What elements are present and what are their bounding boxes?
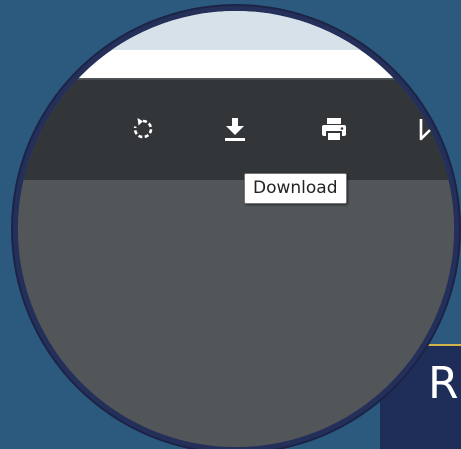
screenshot-stage: R [0, 0, 461, 449]
print-button[interactable] [315, 110, 353, 148]
magnified-pdf-viewer: Download [18, 11, 454, 447]
rotate-icon [129, 115, 157, 143]
pdf-content-area [18, 180, 454, 447]
download-button[interactable] [216, 110, 254, 148]
browser-page-strip [18, 11, 454, 78]
partial-icon [410, 115, 438, 143]
browser-chrome-strip [18, 11, 454, 50]
download-tooltip: Download [244, 173, 347, 204]
rotate-button[interactable] [124, 110, 162, 148]
print-icon [319, 115, 349, 143]
more-actions-button[interactable] [405, 110, 443, 148]
download-icon [221, 115, 249, 143]
magnifier-lens: Download [18, 11, 454, 447]
pdf-viewer-toolbar [18, 79, 454, 180]
